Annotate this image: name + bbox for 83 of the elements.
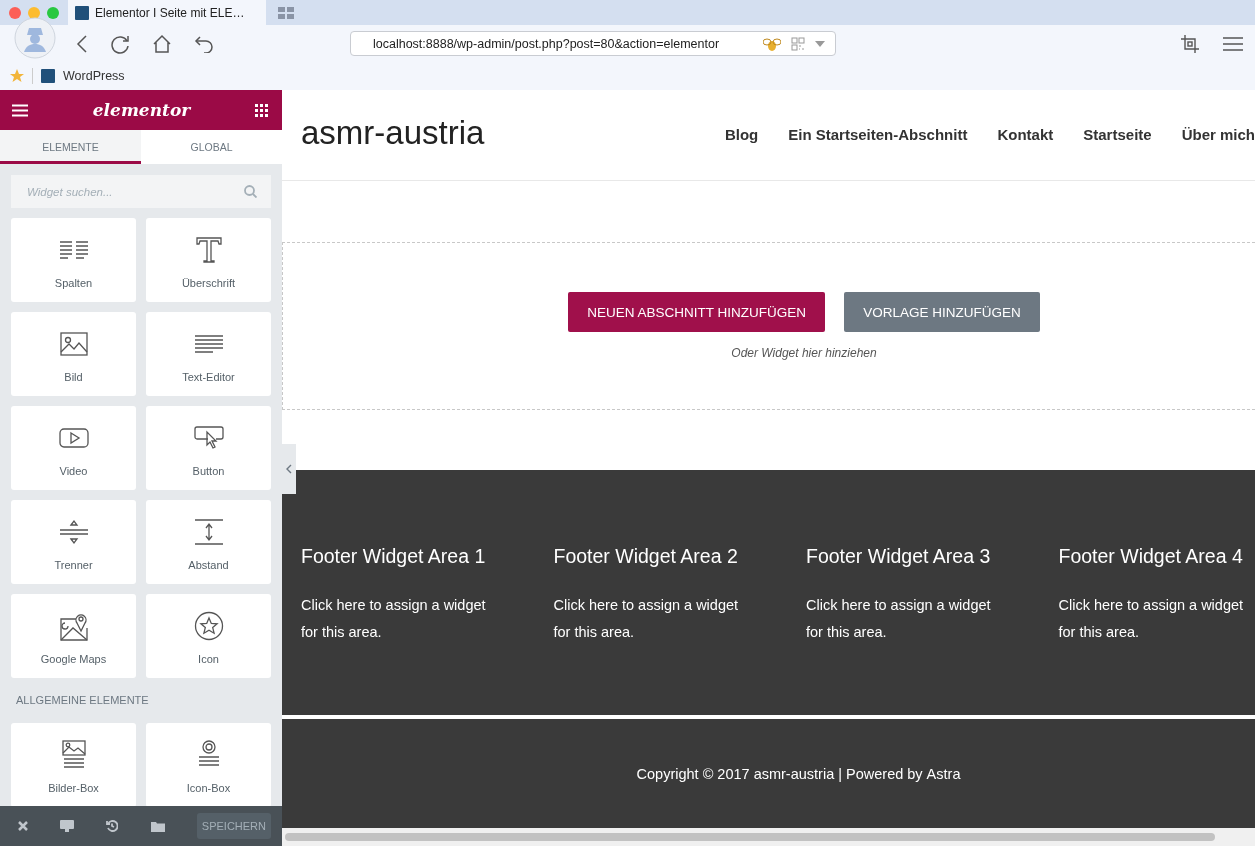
home-icon[interactable] bbox=[152, 33, 172, 54]
widget-tile[interactable]: Spalten bbox=[11, 218, 136, 302]
elementor-logo: elementor bbox=[92, 100, 191, 120]
drop-hint: Oder Widget hier hinziehen bbox=[731, 346, 877, 360]
tab-grid-icon[interactable] bbox=[278, 6, 294, 19]
crop-icon[interactable] bbox=[1181, 34, 1199, 53]
widget-tile[interactable]: Google Maps bbox=[11, 594, 136, 678]
widget-label: Icon-Box bbox=[186, 782, 231, 794]
widget-label: Bilder-Box bbox=[48, 782, 99, 794]
nav-link[interactable]: Ein Startseiten-Abschnitt bbox=[788, 125, 968, 143]
footer-widget-title: Footer Widget Area 2 bbox=[553, 545, 739, 568]
widget-label: Abstand bbox=[188, 559, 229, 571]
nav-link[interactable]: Kontakt bbox=[997, 125, 1054, 143]
apps-grid-icon[interactable] bbox=[255, 103, 268, 117]
text-lines-icon bbox=[193, 333, 224, 354]
widget-tile[interactable]: Abstand bbox=[146, 500, 271, 584]
widget-tile[interactable]: Trenner bbox=[11, 500, 136, 584]
widget-tile[interactable]: Video bbox=[11, 406, 136, 490]
widget-label: Google Maps bbox=[40, 653, 107, 665]
spacer-icon bbox=[193, 518, 224, 545]
widget-label: Icon bbox=[198, 653, 219, 665]
bookmark-link[interactable]: WordPress bbox=[63, 69, 125, 83]
theme-link[interactable]: Astra bbox=[926, 765, 961, 782]
nav-link[interactable]: Über mich bbox=[1181, 125, 1255, 143]
widget-tile[interactable]: Text-Editor bbox=[146, 312, 271, 396]
close-icon[interactable] bbox=[18, 821, 28, 831]
widget-tile[interactable]: Icon-Box bbox=[146, 723, 271, 806]
qr-code-icon[interactable] bbox=[791, 36, 805, 51]
nav-link[interactable]: Blog bbox=[724, 125, 759, 143]
widget-tile[interactable]: Icon bbox=[146, 594, 271, 678]
dropdown-caret-icon[interactable] bbox=[815, 40, 825, 47]
search-field[interactable]: Widget suchen... bbox=[11, 175, 271, 208]
close-window-button[interactable] bbox=[9, 6, 21, 19]
widget-label: Spalten bbox=[54, 277, 93, 289]
footer-widget-text: Click here to assign a widget for this area. bbox=[301, 596, 487, 642]
menu-icon[interactable] bbox=[1223, 35, 1243, 52]
undo-icon[interactable] bbox=[194, 34, 214, 53]
widget-tile[interactable]: Überschrift bbox=[146, 218, 271, 302]
columns-icon bbox=[58, 239, 89, 260]
collapse-panel-handle[interactable] bbox=[282, 444, 296, 494]
divider-icon bbox=[58, 518, 89, 545]
image-icon bbox=[59, 331, 88, 356]
footer-widget-title: Footer Widget Area 3 bbox=[806, 545, 992, 568]
widget-label: Button bbox=[192, 465, 225, 477]
widget-label: Bild bbox=[64, 371, 83, 383]
widget-tile[interactable]: Button bbox=[146, 406, 271, 490]
footer-widget-text: Click here to assign a widget for this area. bbox=[806, 596, 992, 642]
site-title[interactable]: asmr-austria bbox=[301, 114, 485, 152]
widget-tile[interactable]: Bilder-Box bbox=[11, 723, 136, 806]
panel-tab[interactable]: ELEMENTE bbox=[0, 130, 141, 164]
add-template-button[interactable]: VORLAGE HINZUFÜGEN bbox=[844, 292, 1040, 332]
browser-tab[interactable]: Elementor I Seite mit ELE… bbox=[68, 0, 266, 25]
folder-icon[interactable] bbox=[150, 820, 165, 832]
play-icon bbox=[58, 426, 89, 449]
widget-label: Überschrift bbox=[181, 277, 236, 289]
panel-tab[interactable]: GLOBAL bbox=[141, 130, 282, 164]
letter-t-icon bbox=[194, 235, 223, 264]
site-favicon-icon bbox=[41, 69, 55, 83]
star-icon[interactable] bbox=[10, 69, 24, 83]
footer-widget-title: Footer Widget Area 1 bbox=[301, 545, 487, 568]
search-icon[interactable] bbox=[244, 185, 257, 198]
site-favicon-icon bbox=[75, 5, 89, 20]
add-section-button[interactable]: NEUEN ABSCHNITT HINZUFÜGEN bbox=[568, 292, 826, 332]
nav-link[interactable]: Startseite bbox=[1083, 125, 1152, 143]
copyright-text: Copyright © 2017 asmr-austria | Powered by Astra bbox=[636, 765, 961, 782]
section-heading: ALLGEMEINE ELEMENTE bbox=[15, 693, 150, 708]
history-icon[interactable] bbox=[106, 820, 119, 832]
footer-widget-text: Click here to assign a widget for this area. bbox=[553, 596, 740, 642]
back-icon[interactable] bbox=[76, 33, 88, 54]
url-text: localhost:8888/wp-admin/post.php?post=80&action=elementor bbox=[373, 36, 721, 51]
widget-label: Text-Editor bbox=[182, 371, 235, 383]
widget-tile[interactable]: Bild bbox=[11, 312, 136, 396]
cursor-button-icon bbox=[193, 425, 224, 450]
address-bar[interactable]: localhost:8888/wp-admin/post.php?post=80&action=elementor bbox=[350, 31, 836, 56]
widget-label: Trenner bbox=[54, 559, 93, 571]
image-box-icon bbox=[61, 739, 86, 770]
footer-widget-text: Click here to assign a widget for this area. bbox=[1058, 596, 1245, 642]
horizontal-scrollbar[interactable] bbox=[282, 828, 1255, 846]
footer-widget-title: Footer Widget Area 4 bbox=[1058, 545, 1244, 568]
widget-label: Video bbox=[59, 465, 88, 477]
desktop-icon[interactable] bbox=[60, 820, 75, 832]
tab-title: Elementor I Seite mit ELE… bbox=[95, 5, 245, 20]
reload-icon[interactable] bbox=[110, 33, 130, 54]
